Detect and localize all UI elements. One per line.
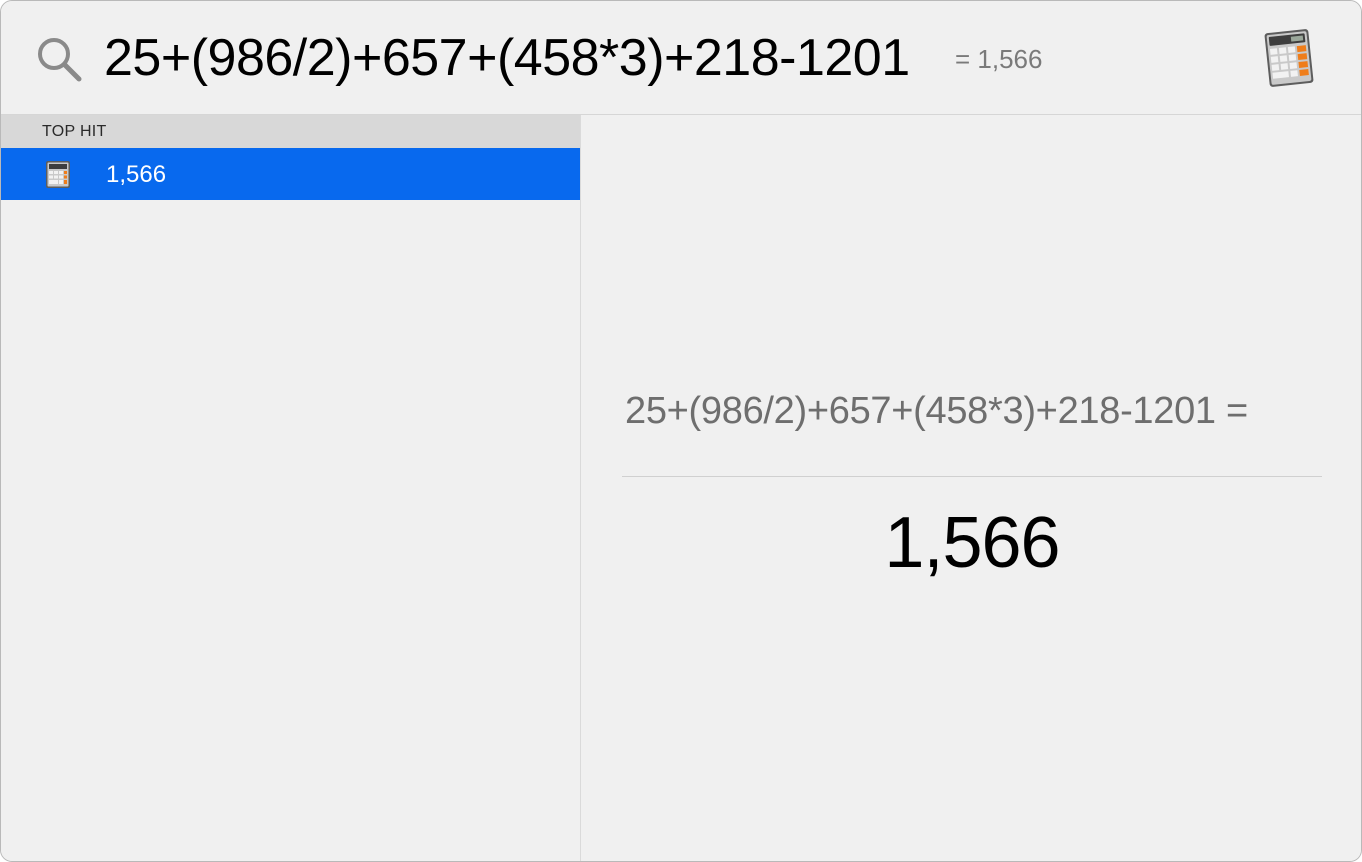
divider xyxy=(622,476,1322,477)
results-list: TOP HIT 1,566 xyxy=(1,115,581,861)
preview-result: 1,566 xyxy=(884,503,1060,583)
search-input[interactable]: 25+(986/2)+657+(458*3)+218-1201 xyxy=(104,25,910,91)
section-label: TOP HIT xyxy=(42,123,107,140)
preview-expression: 25+(986/2)+657+(458*3)+218-1201 = xyxy=(625,390,1248,432)
search-icon xyxy=(38,38,82,82)
section-header: TOP HIT xyxy=(1,115,580,148)
calculator-icon xyxy=(1264,29,1314,87)
list-item-label: 1,566 xyxy=(106,161,167,188)
list-item-top-hit[interactable]: 1,566 xyxy=(1,148,580,200)
search-bar[interactable]: 25+(986/2)+657+(458*3)+218-1201 = 1,566 xyxy=(1,1,1361,115)
spotlight-window: 25+(986/2)+657+(458*3)+218-1201 = 1,566 xyxy=(0,0,1362,862)
calculator-icon xyxy=(46,161,70,188)
preview-pane: 25+(986/2)+657+(458*3)+218-1201 = 1,566 xyxy=(581,115,1361,861)
inline-result: = 1,566 xyxy=(955,44,1043,74)
